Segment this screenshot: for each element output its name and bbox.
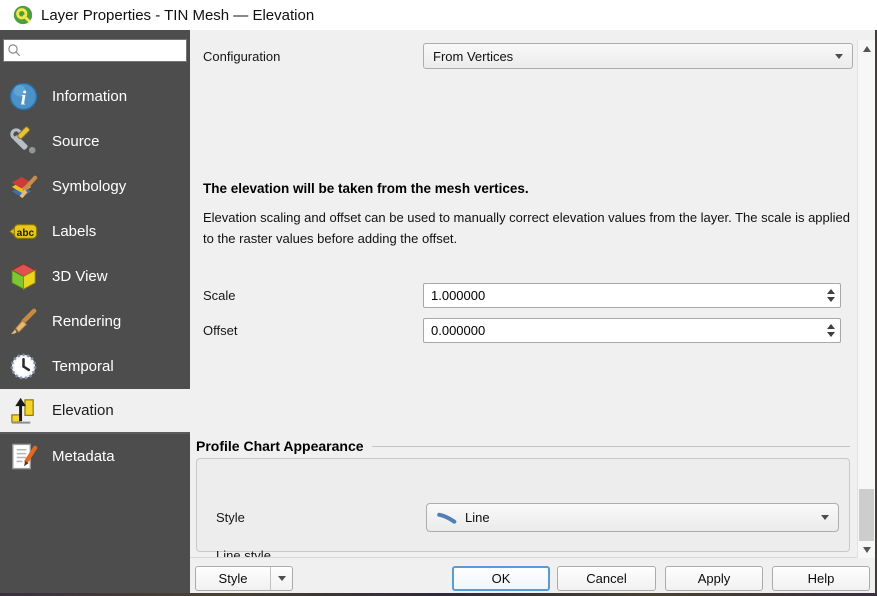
sidebar-item-source[interactable]: Source [0,119,190,164]
sidebar-item-elevation[interactable]: Elevation [0,389,190,434]
offset-label: Offset [203,323,237,338]
scrollbar-thumb[interactable] [859,489,874,541]
sidebar-nav: i Information Source Symbology [0,74,190,479]
spin-down-icon [827,297,835,302]
help-button[interactable]: Help [772,566,870,591]
style-menu-label: Style [196,571,270,586]
style-menu-dropdown[interactable] [270,567,292,590]
svg-text:i: i [21,87,27,109]
scale-spin-buttons[interactable] [822,284,840,307]
scroll-up-icon [863,46,871,52]
scale-spinbox [423,283,841,308]
sidebar-item-3d-view[interactable]: 3D View [0,254,190,299]
sidebar-item-symbology[interactable]: Symbology [0,164,190,209]
sidebar-item-label: Symbology [52,178,126,195]
svg-text:abc: abc [17,228,35,239]
symbology-icon [8,171,39,202]
sidebar-item-label: 3D View [52,268,108,285]
profile-chart-appearance-header: Profile Chart Appearance [196,438,850,454]
information-icon: i [8,81,39,112]
search-icon [7,43,22,58]
ok-button[interactable]: OK [452,566,550,591]
spin-down-icon [827,332,835,337]
offset-spinbox [423,318,841,343]
elevation-icon [8,395,39,426]
settings-viewport: Configuration From Vertices The elevatio… [190,30,857,558]
layer-properties-dialog: { "window": { "title": "Layer Properties… [0,0,877,596]
sidebar-item-temporal[interactable]: Temporal [0,344,190,389]
title-bar: Layer Properties - TIN Mesh — Elevation [0,0,877,30]
sidebar-item-label: Source [52,133,100,150]
line-style-label: Line style [216,548,271,558]
chevron-down-icon [821,515,829,520]
offset-spin-buttons[interactable] [822,319,840,342]
sidebar-item-label: Elevation [52,402,114,419]
window-title: Layer Properties - TIN Mesh — Elevation [41,7,314,24]
sidebar-item-label: Information [52,88,127,105]
style-menu-button[interactable]: Style [195,566,293,591]
elevation-description: Elevation scaling and offset can be used… [203,208,855,250]
sidebar-item-metadata[interactable]: Metadata [0,434,190,479]
chevron-down-icon [278,576,286,581]
labels-icon: abc [8,216,39,247]
line-symbol-icon [436,511,458,525]
scale-label: Scale [203,288,236,303]
sidebar-search[interactable] [3,39,187,62]
spin-up-icon [827,289,835,294]
temporal-icon [8,351,39,382]
3d-view-icon [8,261,39,292]
cancel-button[interactable]: Cancel [557,566,656,591]
sidebar-item-label: Metadata [52,448,115,465]
style-label: Style [216,510,245,525]
header-divider [372,446,850,447]
apply-button[interactable]: Apply [665,566,763,591]
chevron-down-icon [835,54,843,59]
spin-up-icon [827,324,835,329]
metadata-icon [8,441,39,472]
properties-sidebar: i Information Source Symbology [0,30,190,596]
profile-chart-appearance-group: Style Line Line style [196,458,850,552]
scroll-up-button[interactable] [858,40,875,57]
profile-style-combobox[interactable]: Line [426,503,839,532]
sidebar-item-information[interactable]: i Information [0,74,190,119]
scale-input[interactable] [424,284,822,307]
sidebar-item-label: Labels [52,223,96,240]
search-input[interactable] [22,42,183,59]
profile-style-value: Line [465,510,815,525]
configuration-combobox[interactable]: From Vertices [423,43,853,69]
elevation-settings-panel: Configuration From Vertices The elevatio… [190,30,877,596]
offset-input[interactable] [424,319,822,342]
elevation-notice: The elevation will be taken from the mes… [203,181,851,196]
rendering-icon [8,306,39,337]
vertical-scrollbar[interactable] [857,40,875,558]
scroll-down-icon [863,547,871,553]
sidebar-item-labels[interactable]: abc Labels [0,209,190,254]
configuration-value: From Vertices [433,49,829,64]
configuration-label: Configuration [203,49,280,64]
qgis-logo-icon [13,5,33,25]
sidebar-item-label: Temporal [52,358,114,375]
scroll-down-button[interactable] [858,541,875,558]
source-icon [8,126,39,157]
sidebar-item-label: Rendering [52,313,121,330]
sidebar-item-rendering[interactable]: Rendering [0,299,190,344]
profile-chart-appearance-title: Profile Chart Appearance [196,438,364,454]
